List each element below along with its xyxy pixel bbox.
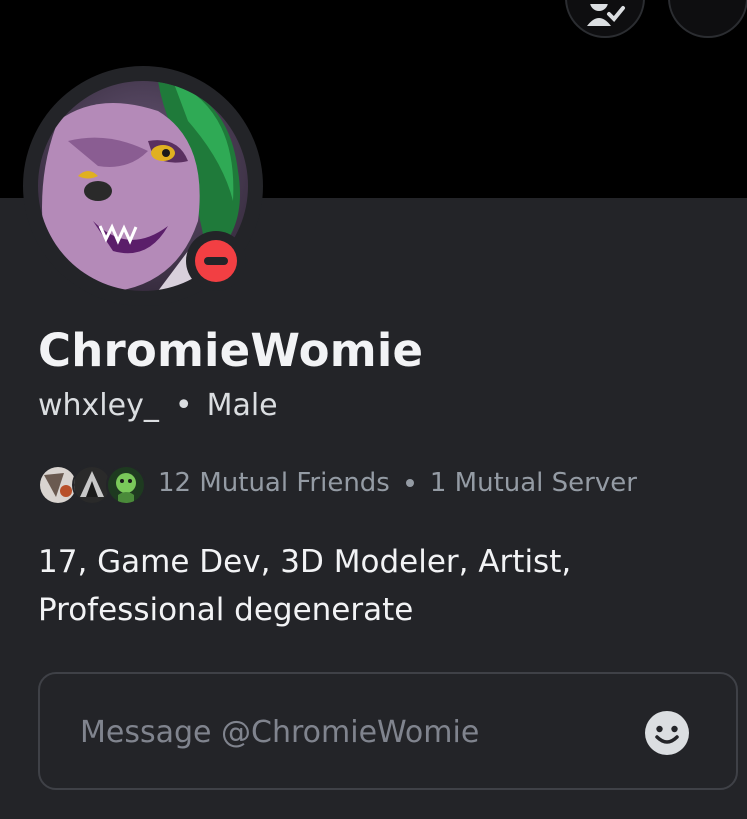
mutuals-row: 12 Mutual Friends 1 Mutual Server	[38, 462, 637, 505]
separator-dot: •	[174, 388, 193, 423]
bio: 17, Game Dev, 3D Modeler, Artist, Profes…	[38, 538, 728, 634]
smiley-face-icon[interactable]	[644, 710, 690, 756]
username-line: whxley_ • Male	[38, 388, 278, 423]
separator-dot	[405, 479, 414, 487]
bio-line: 17, Game Dev, 3D Modeler, Artist,	[38, 544, 572, 580]
mutual-friend-avatars[interactable]	[38, 462, 150, 505]
mutual-servers-link[interactable]: 1 Mutual Server	[430, 468, 637, 498]
bio-line: Professional degenerate	[38, 592, 414, 628]
profile-screen: ChromieWomie whxley_ • Male 12 Mutual Fr…	[0, 0, 747, 819]
display-name: ChromieWomie	[38, 324, 424, 377]
message-input[interactable]	[80, 710, 620, 754]
dnd-status-icon	[195, 240, 237, 282]
add-friend-icon	[587, 0, 627, 34]
message-box[interactable]	[38, 672, 738, 790]
pronouns: Male	[206, 388, 278, 423]
mutual-friend-avatar	[106, 465, 146, 505]
username[interactable]: whxley_	[38, 388, 159, 423]
mutual-friends-link[interactable]: 12 Mutual Friends	[158, 468, 390, 498]
